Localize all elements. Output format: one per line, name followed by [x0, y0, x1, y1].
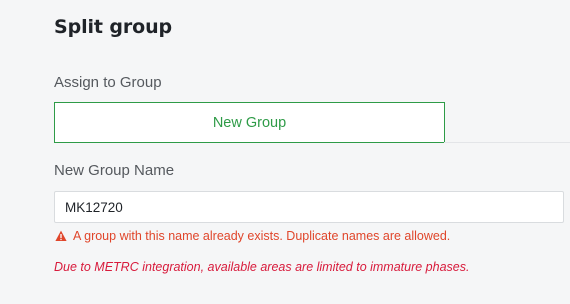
new-group-button[interactable]: New Group — [54, 102, 445, 143]
new-group-name-label: New Group Name — [54, 162, 175, 179]
assign-to-group-label: Assign to Group — [54, 74, 162, 91]
group-name-input[interactable] — [54, 191, 564, 223]
assign-group-selector: New Group — [54, 102, 570, 143]
page-title: Split group — [54, 16, 173, 38]
warning-triangle-icon — [55, 230, 67, 241]
metrc-integration-note: Due to METRC integration, available area… — [54, 260, 470, 274]
divider — [444, 142, 570, 143]
warning-text: A group with this name already exists. D… — [73, 229, 451, 243]
duplicate-name-warning: A group with this name already exists. D… — [55, 229, 450, 243]
